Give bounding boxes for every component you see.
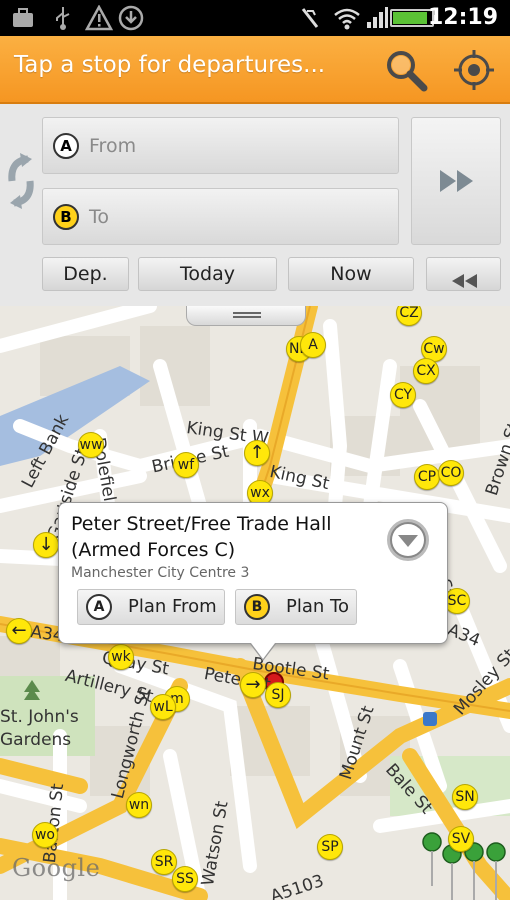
from-field[interactable]: A From (42, 117, 399, 174)
stop-direction-marker[interactable]: → (240, 672, 266, 698)
map-view[interactable]: Left BankGartside StDolefieldBridge StKi… (0, 306, 510, 900)
to-field[interactable]: B To (42, 188, 399, 245)
warning-icon (84, 4, 114, 32)
status-bar: 12:19 (0, 0, 510, 36)
briefcase-icon (8, 4, 38, 32)
plan-to-button[interactable]: B Plan To (235, 589, 357, 625)
stop-direction-marker[interactable]: ← (6, 618, 32, 644)
pin-a-icon: A (53, 133, 79, 159)
stop-marker[interactable]: SP (317, 834, 343, 860)
rewind-button[interactable] (426, 257, 501, 291)
stop-marker[interactable]: wk (108, 644, 134, 670)
usb-icon (48, 4, 78, 32)
stop-direction-marker[interactable]: ↓ (33, 532, 59, 558)
stop-marker[interactable]: CY (390, 382, 416, 408)
plan-to-label: Plan To (286, 596, 349, 617)
street-label: St. John's Gardens (0, 707, 79, 750)
stop-marker[interactable]: wn (126, 792, 152, 818)
stop-marker[interactable]: SJ (265, 682, 291, 708)
stop-name: Peter Street/Free Trade Hall (Armed Forc… (71, 513, 332, 561)
pin-b-icon: B (53, 204, 79, 230)
pin-a-icon: A (86, 594, 112, 620)
google-watermark: Google (12, 854, 101, 882)
stop-marker[interactable]: wo (32, 822, 58, 848)
stop-marker[interactable]: A (300, 332, 326, 358)
signal-icon (364, 4, 390, 32)
clock: 12:19 (427, 5, 498, 30)
stop-marker[interactable]: ww (78, 432, 104, 458)
fast-forward-icon (438, 168, 476, 198)
stop-marker[interactable]: CX (413, 358, 439, 384)
go-button[interactable] (411, 117, 501, 245)
from-placeholder: From (89, 135, 137, 157)
rewind-icon (451, 267, 479, 299)
stop-marker[interactable]: wf (173, 452, 199, 478)
stop-marker[interactable]: SN (452, 784, 478, 810)
chevron-down-circle-icon[interactable] (387, 519, 429, 561)
plan-from-button[interactable]: A Plan From (77, 589, 225, 625)
mute-icon (296, 4, 326, 32)
plan-from-label: Plan From (128, 596, 217, 617)
locate-icon[interactable] (450, 46, 498, 94)
search-icon[interactable] (382, 46, 430, 94)
stop-marker[interactable]: SS (172, 866, 198, 892)
route-panel: A From B To Dep. Today Now (0, 104, 510, 306)
stop-area: Manchester City Centre 3 (71, 565, 250, 581)
stop-marker[interactable]: SV (448, 826, 474, 852)
swap-icon[interactable] (4, 149, 38, 213)
pin-b-icon: B (244, 594, 270, 620)
stop-marker[interactable]: CP (414, 464, 440, 490)
screen: 12:19 Tap a stop for departures... A Fro… (0, 0, 510, 900)
page-title: Tap a stop for departures... (14, 52, 326, 78)
download-icon (116, 4, 146, 32)
time-button[interactable]: Now (288, 257, 414, 291)
stop-marker[interactable]: wL (150, 694, 176, 720)
to-placeholder: To (89, 206, 110, 228)
title-bar: Tap a stop for departures... (0, 36, 510, 104)
stop-marker[interactable]: CO (438, 460, 464, 486)
stop-info-popup[interactable]: Peter Street/Free Trade Hall (Armed Forc… (58, 502, 448, 661)
panel-drag-handle[interactable] (186, 306, 306, 326)
stop-direction-marker[interactable]: ↑ (244, 440, 270, 466)
date-button[interactable]: Today (138, 257, 277, 291)
wifi-icon (330, 4, 364, 32)
departure-mode-button[interactable]: Dep. (42, 257, 129, 291)
